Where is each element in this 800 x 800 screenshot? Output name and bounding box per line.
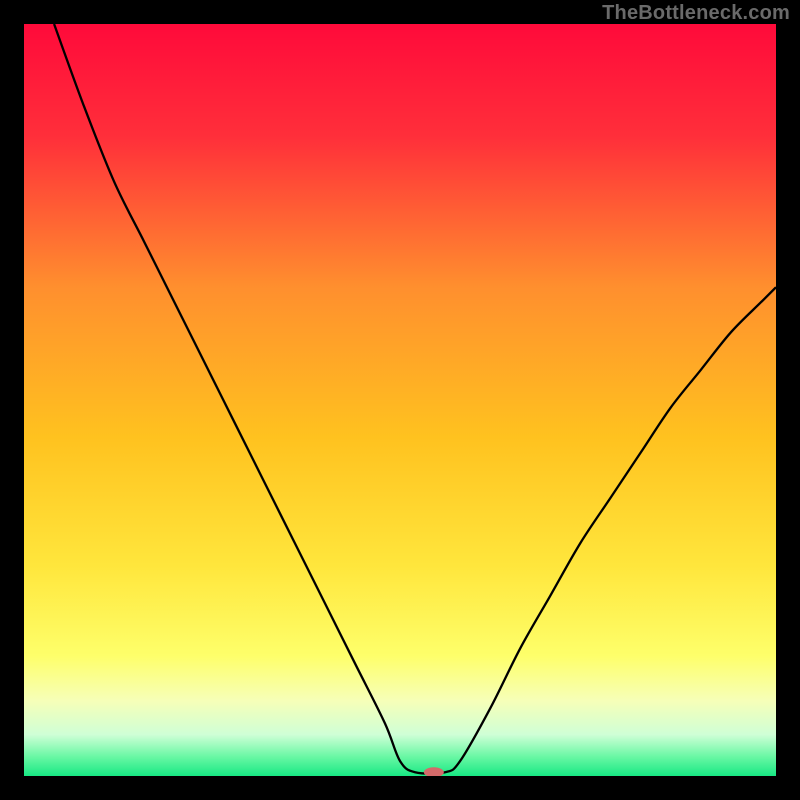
chart-frame: TheBottleneck.com	[0, 0, 800, 800]
gradient-background	[24, 24, 776, 776]
bottleneck-chart	[24, 24, 776, 776]
watermark-text: TheBottleneck.com	[602, 2, 790, 25]
